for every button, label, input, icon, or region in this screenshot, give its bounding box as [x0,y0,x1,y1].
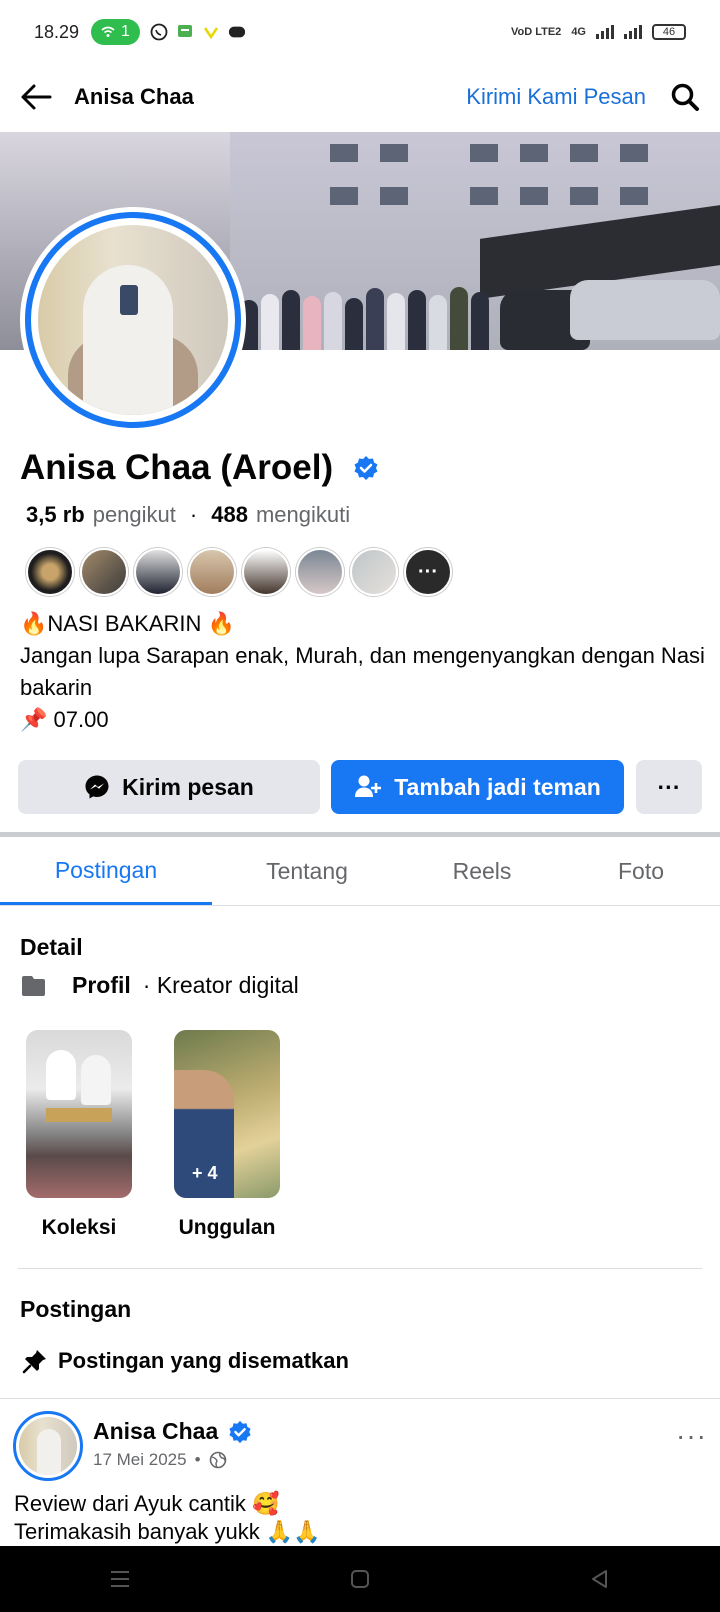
stats-separator: · [189,502,198,527]
post-meta: 17 Mei 2025 • [93,1450,227,1470]
chat-app-icon [176,23,194,41]
more-friends-icon[interactable]: ··· [404,548,452,596]
app-badge-icon [228,23,246,41]
flag-icon [22,975,45,996]
detail-profile-label: Profil [72,972,131,998]
verified-badge-icon [354,456,378,480]
profile-avatar[interactable] [20,207,246,433]
highlight-collection[interactable]: Koleksi [26,1030,132,1240]
pin-icon [22,1350,46,1374]
post-line: Terimakasih banyak yukk 🙏🙏 [14,1519,321,1544]
section-divider [0,832,720,837]
verified-badge-icon [229,1420,251,1443]
recent-apps-icon[interactable] [100,1559,140,1599]
add-friend-button[interactable]: Tambah jadi teman [331,760,624,814]
home-icon[interactable] [340,1559,380,1599]
notification-icon [202,23,220,41]
tab-reels[interactable]: Reels [402,838,562,905]
friend-avatar[interactable] [188,548,236,596]
highlight-count: + 4 [192,1163,218,1183]
posts-heading: Postingan [20,1296,132,1322]
bio-line: 📌 07.00 [20,707,109,732]
bio-line: 🔥NASI BAKARIN 🔥 [20,611,235,636]
signal-label: 4G [571,26,586,38]
add-friend-label: Tambah jadi teman [394,773,601,800]
post-options-icon[interactable]: ··· [676,1420,707,1452]
highlight-featured[interactable]: + 4 Unggulan [174,1030,280,1240]
post-text: Review dari Ayuk cantik 🥰 Terimakasih ba… [14,1490,704,1546]
friend-avatar[interactable] [134,548,182,596]
more-options-button[interactable]: ··· [636,760,702,814]
profile-name-row: Anisa Chaa (Aroel) [20,448,379,488]
whatsapp-icon [150,23,168,41]
battery-icon: 46 [652,24,686,40]
post-line: Review dari Ayuk cantik 🥰 [14,1491,280,1516]
detail-heading: Detail [20,934,83,960]
pinned-posts-label: Postingan yang disematkan [58,1348,349,1373]
tab-photos[interactable]: Foto [562,838,720,905]
followers-label[interactable]: pengikut [93,502,176,528]
messenger-icon [85,775,109,799]
detail-profile-row: Profil · Kreator digital [20,972,299,999]
back-icon[interactable] [580,1559,620,1599]
followers-count[interactable]: 3,5 rb [26,502,85,528]
search-icon[interactable] [668,80,702,114]
friend-avatar[interactable] [296,548,344,596]
divider [0,1398,720,1399]
globe-icon [209,1451,226,1469]
post-author-name[interactable]: Anisa Chaa [93,1418,218,1445]
clock: 18.29 [34,21,80,42]
meta-separator: • [194,1450,201,1469]
tab-about[interactable]: Tentang [212,838,402,905]
post-author-avatar[interactable] [13,1411,83,1481]
bio-line: Jangan lupa Sarapan enak, Murah, dan men… [20,643,705,700]
wifi-icon [101,26,115,37]
status-bar: 18.29 1 VoD LTE2 4G 46 [0,0,720,64]
following-count[interactable]: 488 [211,502,248,528]
signal-icon-2 [624,25,642,39]
system-nav-bar [0,1546,720,1612]
profile-bio: 🔥NASI BAKARIN 🔥 Jangan lupa Sarapan enak… [20,608,710,736]
friend-avatar[interactable] [26,548,74,596]
signal-icon [596,25,614,39]
pinned-posts-row: Postingan yang disematkan [22,1348,349,1374]
post-date[interactable]: 17 Mei 2025 [93,1450,187,1470]
friend-avatar[interactable] [80,548,128,596]
divider [18,1268,702,1269]
send-message-button[interactable]: Kirim pesan [18,760,320,814]
detail-profile-type: · Kreator digital [142,972,299,998]
friend-avatar[interactable] [350,548,398,596]
tab-posts[interactable]: Postingan [0,838,212,905]
profile-tabs: Postingan Tentang Reels Foto [0,838,720,906]
more-options-icon: ··· [657,773,681,800]
highlight-label: Unggulan [178,1216,276,1239]
profile-name: Anisa Chaa (Aroel) [20,448,334,487]
send-message-link[interactable]: Kirimi Kami Pesan [466,84,646,110]
follow-stats: 3,5 rb pengikut · 488 mengikuti [26,502,350,528]
network-label: VoD LTE2 [510,26,562,38]
add-friend-icon [355,775,382,797]
post-author-row: Anisa Chaa [93,1418,252,1445]
mutual-friends-row[interactable]: ··· [26,548,452,596]
back-arrow-icon[interactable] [18,79,54,115]
header-title: Anisa Chaa [74,84,194,109]
hotspot-indicator: 1 [91,19,140,45]
send-message-label: Kirim pesan [122,773,254,800]
friend-avatar[interactable] [242,548,290,596]
hotspot-count: 1 [121,23,130,40]
app-header: Anisa Chaa Kirimi Kami Pesan [0,64,720,130]
highlight-label: Koleksi [41,1216,117,1239]
following-label[interactable]: mengikuti [256,502,350,528]
